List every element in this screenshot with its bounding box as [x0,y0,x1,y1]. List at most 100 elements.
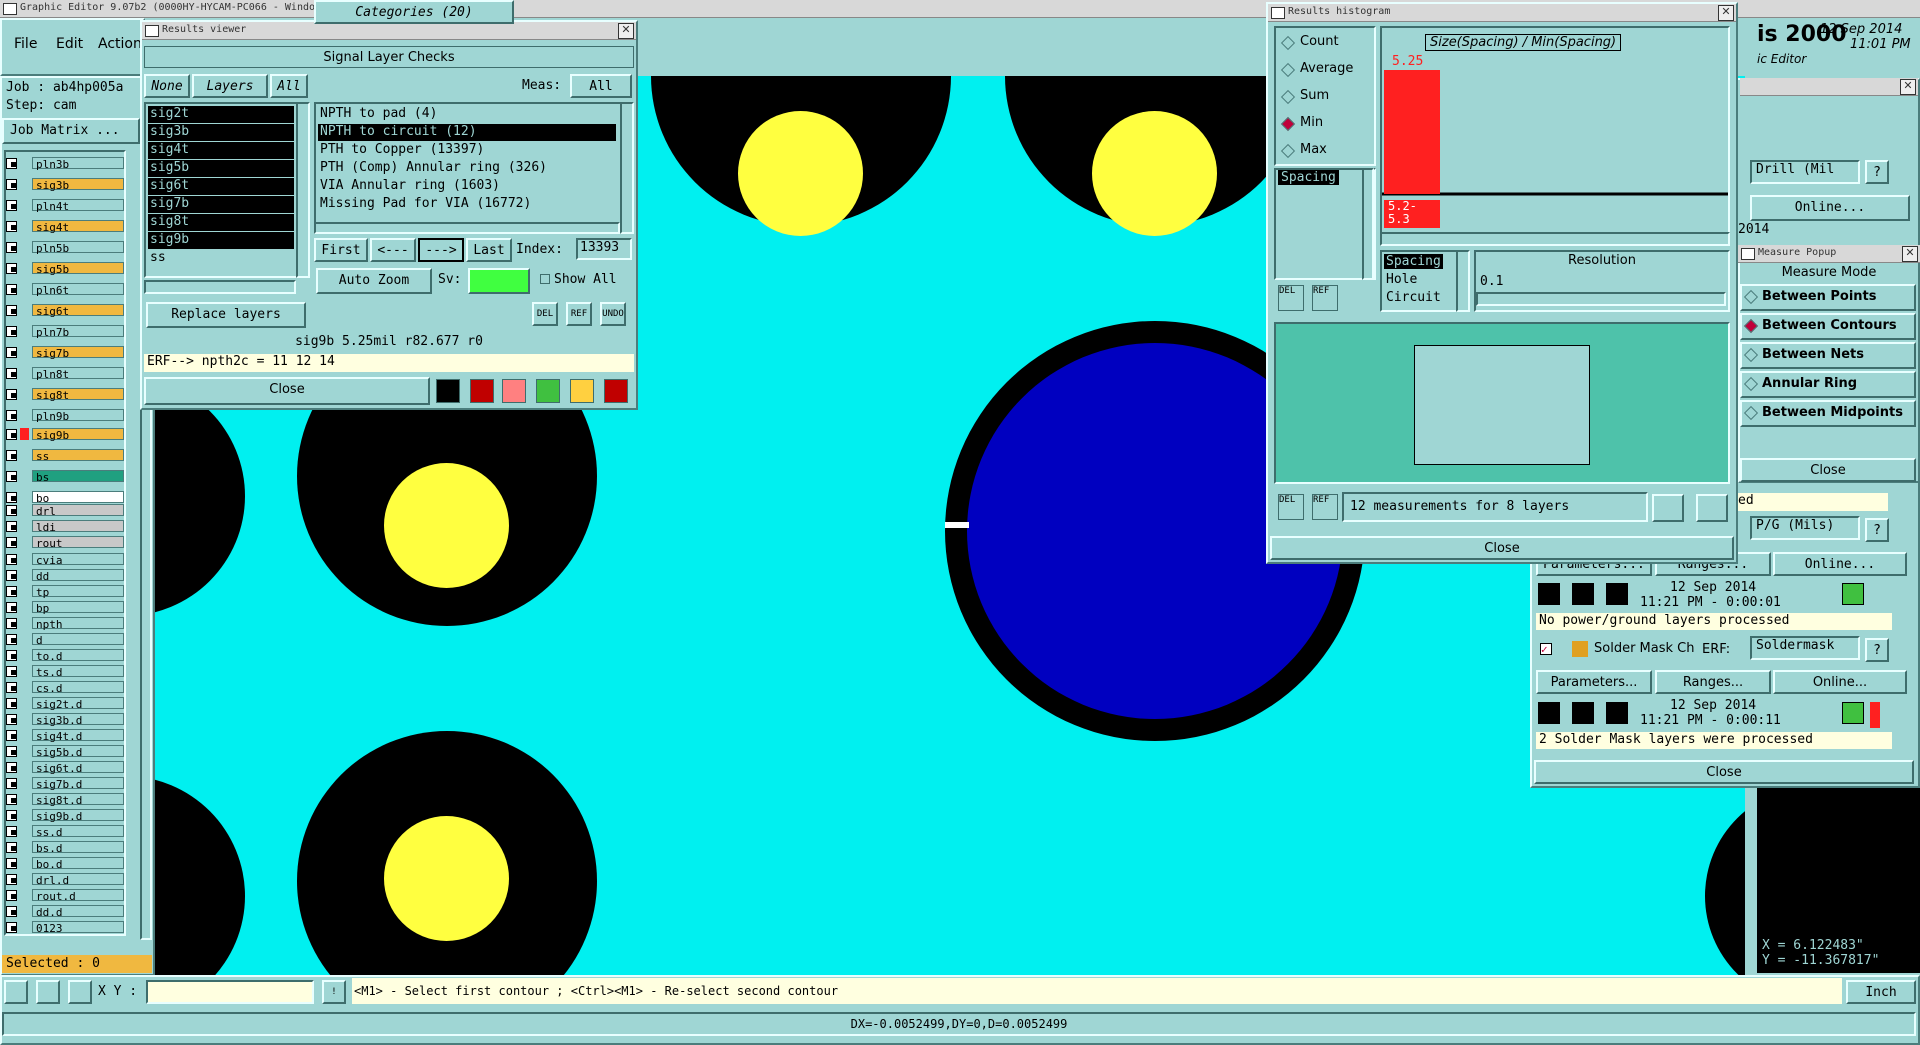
layer-checkbox[interactable] [6,492,17,503]
layer-name[interactable]: sig3b [32,178,124,192]
category-item[interactable]: PTH (Comp) Annular ring (326) [318,160,616,177]
category-item[interactable]: NPTH to circuit (12) [318,124,616,141]
viewer-layer-item[interactable]: sig5b [148,160,294,177]
viewer-layer-item[interactable]: ss [148,250,294,267]
layer-row[interactable]: pln7b [4,325,124,339]
category-scroll[interactable] [620,102,634,234]
type-item[interactable]: Circuit [1384,290,1443,305]
tool-icon[interactable] [470,379,494,403]
layer-checkbox[interactable] [6,650,17,661]
del-button[interactable]: DEL [1278,285,1304,311]
layer-checkbox[interactable] [6,284,17,295]
run-icon[interactable] [1538,583,1560,605]
xy-input[interactable] [146,980,314,1004]
solder-checkbox[interactable]: ✓ [1540,643,1552,655]
online-button-2[interactable]: Online... [1773,552,1907,576]
layer-name[interactable]: sig7b [32,346,124,360]
list-scrollbar[interactable] [1362,168,1374,280]
replace-layers-select[interactable]: Replace layers [146,302,306,328]
layer-row[interactable]: cvia [4,553,124,567]
layer-checkbox[interactable] [6,389,17,400]
layer-row[interactable]: ts.d [4,665,124,679]
viewer-layer-item[interactable]: sig6t [148,178,294,195]
viewer-layer-item[interactable]: sig7b [148,196,294,213]
layer-name[interactable]: ss.d [32,825,124,839]
layer-name[interactable]: 0123 [32,921,124,935]
ranges-button-2[interactable]: Ranges... [1655,670,1771,694]
tool-icon[interactable] [536,379,560,403]
layer-name[interactable]: ldi [32,520,124,534]
layer-name[interactable]: sig5b [32,262,124,276]
layer-checkbox[interactable] [6,826,17,837]
type-item[interactable]: Hole [1384,272,1419,287]
last-button[interactable]: Last [466,238,512,262]
layer-checkbox[interactable] [6,618,17,629]
erf-field[interactable]: Soldermask [1750,636,1860,660]
viewer-layer-item[interactable]: sig4t [148,142,294,159]
layer-checkbox[interactable] [6,922,17,933]
layer-name[interactable]: sig6t [32,304,124,318]
meas-select[interactable]: All [570,74,632,98]
layer-checkbox[interactable] [6,410,17,421]
layer-checkbox[interactable] [6,450,17,461]
layer-checkbox[interactable] [6,521,17,532]
viewer-layer-hscroll[interactable] [144,280,296,294]
layer-checkbox[interactable] [6,746,17,757]
none-button[interactable]: None [144,74,190,98]
viewer-layer-item[interactable]: sig8t [148,214,294,231]
pg-field[interactable]: P/G (Mils) [1750,516,1860,540]
layer-row[interactable]: pln5b [4,241,124,255]
layer-row[interactable]: sig3b.d [4,713,124,727]
checklist-close-button[interactable]: Close [1534,760,1914,784]
layer-row[interactable]: sig5b.d [4,745,124,759]
layer-checkbox[interactable] [6,698,17,709]
layer-checkbox[interactable] [6,471,17,482]
layer-checkbox[interactable] [6,714,17,725]
layer-row[interactable]: sig8t.d [4,793,124,807]
viewer-layer-item[interactable]: sig9b [148,232,294,249]
snap-icon[interactable] [4,980,28,1004]
layer-name[interactable]: sig5b.d [32,745,124,759]
layer-row[interactable]: sig8t [4,388,124,402]
close-icon[interactable]: ✕ [1900,79,1916,95]
layer-name[interactable]: to.d [32,649,124,663]
layer-checkbox[interactable] [6,842,17,853]
layer-checkbox[interactable] [6,200,17,211]
layer-checkbox[interactable] [6,682,17,693]
layer-checkbox[interactable] [6,326,17,337]
layer-row[interactable]: pln4t [4,199,124,213]
type-scrollbar[interactable] [1456,250,1470,312]
layer-checkbox[interactable] [6,221,17,232]
viewer-layer-item[interactable]: sig3b [148,124,294,141]
layer-name[interactable]: ss [32,449,124,463]
layer-checkbox[interactable] [6,858,17,869]
category-item[interactable]: Missing Pad for VIA (16772) [318,196,616,213]
tool-icon[interactable] [502,379,526,403]
layer-checkbox[interactable] [6,368,17,379]
layer-row[interactable]: sig4t.d [4,729,124,743]
close-icon[interactable]: ✕ [618,23,634,39]
layer-row[interactable]: bo [4,491,124,505]
layer-row[interactable]: bs.d [4,841,124,855]
layer-row[interactable]: drl [4,504,124,518]
layer-checkbox[interactable] [6,586,17,597]
layer-row[interactable]: sig9b.d [4,809,124,823]
layer-checkbox[interactable] [6,570,17,581]
layer-name[interactable]: sig8t [32,388,124,402]
layer-name[interactable]: dd [32,569,124,583]
layer-row[interactable]: pln9b [4,409,124,423]
layer-checkbox[interactable] [6,505,17,516]
layer-row[interactable]: cs.d [4,681,124,695]
histogram-close-button[interactable]: Close [1270,536,1734,560]
layer-checkbox[interactable] [6,179,17,190]
layer-checkbox[interactable] [6,890,17,901]
next-button[interactable]: ---> [418,238,464,262]
undo-button[interactable]: UNDO [600,302,626,326]
layer-name[interactable]: tp [32,585,124,599]
layer-name[interactable]: sig4t [32,220,124,234]
layer-row[interactable]: rout.d [4,889,124,903]
run-icon[interactable] [1572,583,1594,605]
measure-close-button[interactable]: Close [1740,458,1916,482]
layer-row[interactable]: ss.d [4,825,124,839]
layer-checkbox[interactable] [6,305,17,316]
